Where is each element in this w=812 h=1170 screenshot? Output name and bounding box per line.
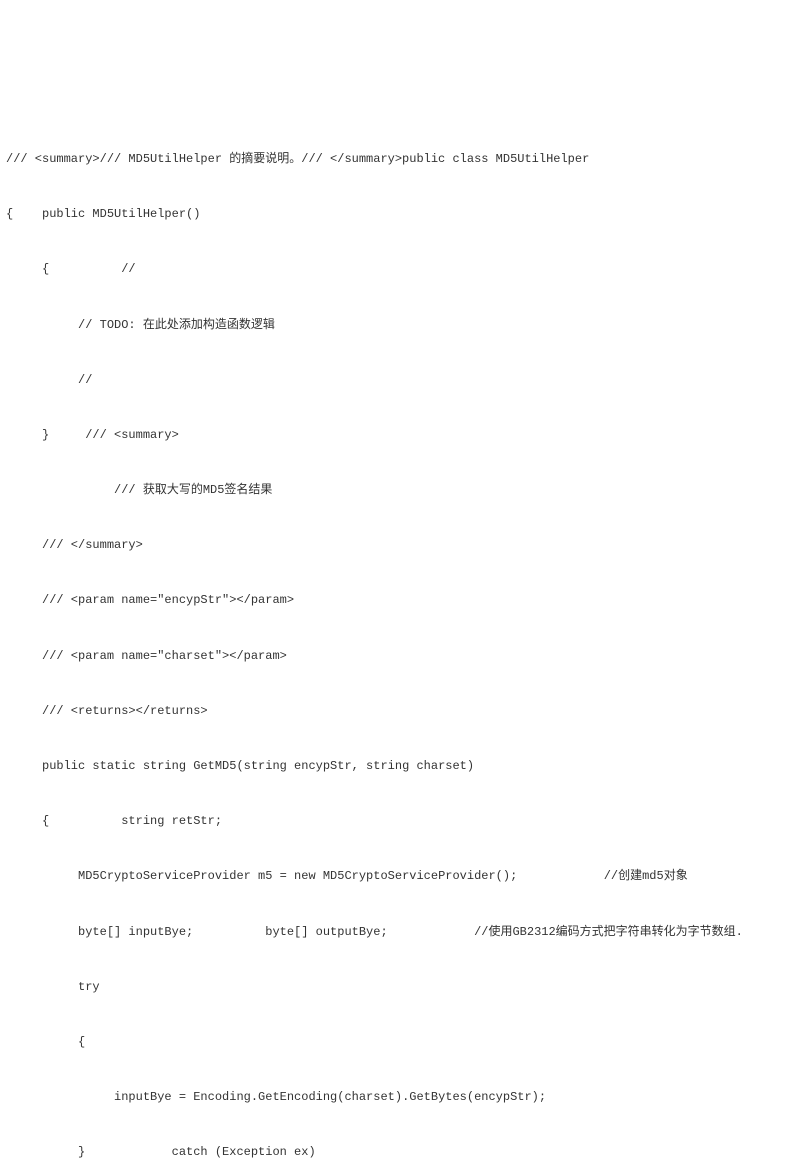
- code-line: // TODO: 在此处添加构造函数逻辑: [6, 312, 806, 340]
- code-line: try: [6, 974, 806, 1002]
- code-line: //: [6, 367, 806, 395]
- code-line: { //: [6, 256, 806, 284]
- code-line: public static string GetMD5(string encyp…: [6, 753, 806, 781]
- code-line: {: [6, 1029, 806, 1057]
- code-line: { string retStr;: [6, 808, 806, 836]
- code-block: /// <summary>/// MD5UtilHelper 的摘要说明。///…: [6, 118, 806, 1170]
- code-line: MD5CryptoServiceProvider m5 = new MD5Cry…: [6, 863, 806, 891]
- code-line: inputBye = Encoding.GetEncoding(charset)…: [6, 1084, 806, 1112]
- code-line: /// <summary>/// MD5UtilHelper 的摘要说明。///…: [6, 146, 806, 174]
- code-line: /// <returns></returns>: [6, 698, 806, 726]
- code-line: /// <param name="encypStr"></param>: [6, 587, 806, 615]
- code-line: /// </summary>: [6, 532, 806, 560]
- code-line: } catch (Exception ex): [6, 1139, 806, 1167]
- code-line: /// 获取大写的MD5签名结果: [6, 477, 806, 505]
- code-line: { public MD5UtilHelper(): [6, 201, 806, 229]
- code-line: /// <param name="charset"></param>: [6, 643, 806, 671]
- code-line: byte[] inputBye; byte[] outputBye; //使用G…: [6, 919, 806, 947]
- code-line: } /// <summary>: [6, 422, 806, 450]
